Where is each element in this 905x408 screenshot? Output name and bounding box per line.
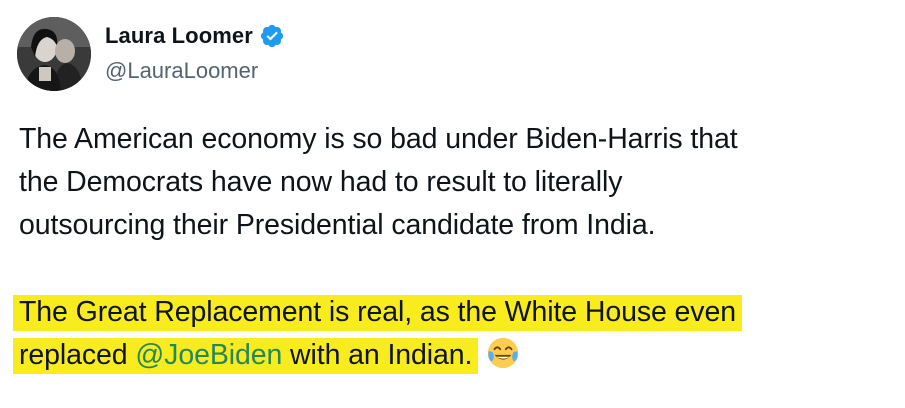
tweet-line: The Great Replacement is real, as the Wh…: [19, 296, 736, 328]
display-name[interactable]: Laura Loomer: [105, 18, 253, 54]
author-handle[interactable]: @LauraLoomer: [105, 56, 465, 86]
tweet-paragraph-1: The American economy is so bad under Bid…: [19, 118, 889, 247]
tweet-line: outsourcing their Presidential candidate…: [19, 209, 656, 241]
tweet-text: The American economy is so bad under Bid…: [13, 118, 889, 377]
avatar[interactable]: [17, 17, 91, 91]
mention-link[interactable]: @JoeBiden: [135, 339, 282, 371]
author-identity: Laura Loomer @LauraLoomer: [105, 18, 465, 86]
name-row: Laura Loomer: [105, 18, 465, 54]
tweet-paragraph-2: The Great Replacement is real, as the Wh…: [13, 291, 889, 377]
tweet-header: Laura Loomer @LauraLoomer: [17, 16, 284, 92]
avatar-photo: [17, 17, 91, 91]
verified-badge-icon[interactable]: [259, 23, 285, 49]
highlighted-text: The Great Replacement is real, as the Wh…: [13, 295, 742, 374]
tears-of-joy-emoji-icon: [486, 336, 520, 370]
tweet-line: the Democrats have now had to result to …: [19, 166, 623, 198]
tweet-line-prefix: replaced: [19, 339, 136, 371]
tweet-line: The American economy is so bad under Bid…: [19, 123, 738, 155]
tweet-line-suffix: with an Indian.: [282, 339, 473, 371]
